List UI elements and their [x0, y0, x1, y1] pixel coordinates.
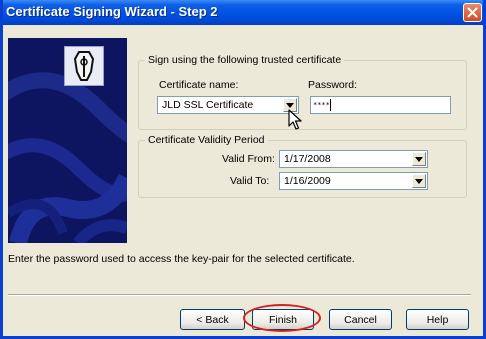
close-icon — [467, 7, 478, 18]
text-caret — [330, 99, 331, 111]
help-button[interactable]: Help — [406, 309, 469, 330]
valid-from-label: Valid From: — [222, 153, 275, 165]
cancel-button[interactable]: Cancel — [329, 309, 392, 330]
valid-from-dropdown[interactable]: 1/17/2008 — [279, 150, 428, 168]
certificate-name-label: Certificate name: — [159, 79, 239, 91]
chevron-down-icon — [415, 157, 423, 162]
valid-to-dropdown-arrow[interactable] — [412, 174, 426, 188]
certificate-name-value: JLD SSL Certificate — [162, 99, 254, 111]
valid-from-dropdown-arrow[interactable] — [412, 152, 426, 166]
certificate-name-dropdown[interactable]: JLD SSL Certificate — [157, 96, 299, 114]
valid-to-dropdown[interactable]: 1/16/2009 — [279, 172, 428, 190]
wizard-sidebar-graphic — [8, 38, 127, 243]
validity-group-legend: Certificate Validity Period — [148, 134, 265, 146]
certificate-wizard-logo-icon — [73, 51, 95, 81]
valid-to-label: Valid To: — [230, 175, 270, 187]
chevron-down-icon — [415, 179, 423, 184]
valid-from-value: 1/17/2008 — [284, 153, 331, 165]
mouse-pointer-icon — [288, 109, 302, 130]
password-label: Password: — [308, 79, 358, 91]
instruction-text: Enter the password used to access the ke… — [8, 253, 355, 265]
password-input[interactable] — [313, 98, 446, 111]
password-field[interactable] — [310, 96, 451, 114]
finish-button[interactable]: Finish — [252, 309, 314, 330]
window-title: Certificate Signing Wizard - Step 2 — [6, 4, 218, 19]
valid-to-value: 1/16/2009 — [284, 175, 331, 187]
certificate-group-legend: Sign using the following trusted certifi… — [148, 54, 342, 66]
title-bar[interactable]: Certificate Signing Wizard - Step 2 — [3, 0, 483, 25]
button-separator — [8, 294, 471, 296]
close-button[interactable] — [463, 3, 482, 22]
chevron-down-icon — [286, 103, 294, 108]
certificate-selection-group: Sign using the following trusted certifi… — [138, 54, 467, 130]
logo-panel — [64, 46, 104, 86]
back-button[interactable]: < Back — [180, 309, 245, 330]
